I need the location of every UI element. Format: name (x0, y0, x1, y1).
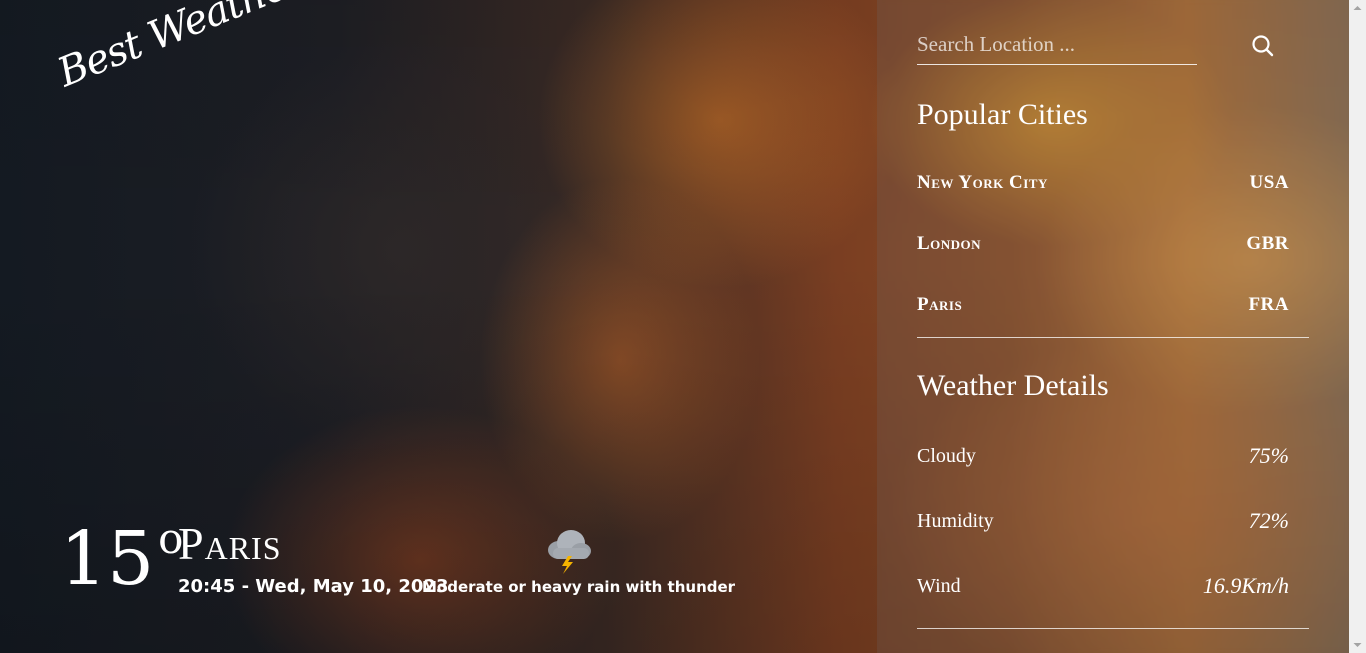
app-logo: Best Weather App (51, 0, 393, 97)
current-datetime: 20:45 - Wed, May 10, 2023 (178, 576, 449, 597)
city-item-country: FRA (1248, 294, 1289, 315)
vertical-scrollbar[interactable] (1349, 0, 1366, 653)
weather-condition: Moderate or heavy rain with thunder (422, 526, 736, 596)
scroll-down-arrow-icon[interactable] (1349, 636, 1366, 653)
detail-item-humidity: Humidity 72% (917, 506, 1289, 536)
city-item-country: GBR (1246, 233, 1289, 254)
thunderstorm-cloud-icon (548, 530, 591, 574)
search-icon (1252, 35, 1274, 57)
detail-value: 75% (1248, 443, 1289, 468)
side-panel: Popular Cities New York City USA London … (877, 0, 1349, 653)
city-info: Paris 20:45 - Wed, May 10, 2023 (178, 518, 448, 597)
popular-cities-title: Popular Cities (917, 98, 1088, 131)
search-bar (917, 24, 1309, 68)
condition-text: Moderate or heavy rain with thunder (422, 578, 736, 596)
city-item-name: New York City (917, 172, 1048, 193)
city-item-name: Paris (917, 294, 963, 315)
detail-label: Wind (917, 574, 961, 597)
detail-label: Humidity (917, 509, 994, 532)
city-item-paris[interactable]: Paris FRA (917, 290, 1289, 320)
section-divider (917, 628, 1309, 629)
current-city-name: Paris (178, 518, 282, 569)
search-button[interactable] (1247, 30, 1279, 62)
detail-item-wind: Wind 16.9Km/h (917, 571, 1289, 601)
city-item-new-york[interactable]: New York City USA (917, 168, 1289, 198)
weather-app: Best Weather App 15o Paris 20:45 - Wed, … (0, 0, 1349, 653)
detail-value: 16.9Km/h (1202, 573, 1289, 598)
city-item-country: USA (1249, 172, 1289, 193)
city-item-name: London (917, 233, 982, 254)
detail-item-cloudy: Cloudy 75% (917, 441, 1289, 471)
city-item-london[interactable]: London GBR (917, 229, 1289, 259)
temperature-value: 15 (60, 516, 155, 602)
temperature-display: 15o (60, 516, 183, 602)
detail-value: 72% (1248, 508, 1289, 533)
weather-details-title: Weather Details (917, 369, 1109, 402)
detail-label: Cloudy (917, 444, 976, 467)
search-input[interactable] (917, 24, 1197, 65)
section-divider (917, 337, 1309, 338)
scroll-up-arrow-icon[interactable] (1349, 0, 1366, 17)
